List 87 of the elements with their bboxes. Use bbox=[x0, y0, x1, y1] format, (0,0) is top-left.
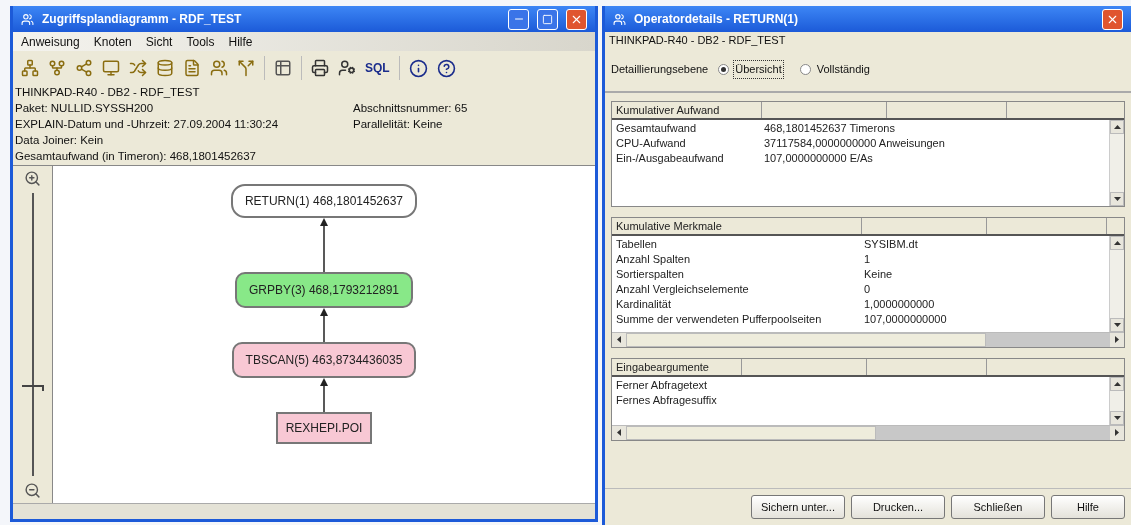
menu-item[interactable]: Sicht bbox=[145, 32, 173, 51]
property-value: SYSIBM.dt bbox=[864, 236, 918, 252]
users-icon[interactable] bbox=[210, 59, 228, 77]
property-name: Kardinalität bbox=[615, 296, 673, 312]
connector-arrow bbox=[320, 378, 328, 412]
property-name: Summe der verwendeten Pufferpoolseiten bbox=[615, 311, 823, 327]
menu-item[interactable]: Tools bbox=[186, 32, 215, 51]
menu-item[interactable]: Hilfe bbox=[228, 32, 253, 51]
horizontal-scrollbar[interactable] bbox=[612, 424, 1124, 440]
app-icon bbox=[613, 12, 626, 26]
property-name: Fernes Abfragesuffix bbox=[615, 392, 718, 408]
table-icon[interactable] bbox=[274, 59, 292, 77]
window-title: Operatordetails - RETURN(1) bbox=[634, 11, 800, 28]
vertical-scrollbar[interactable] bbox=[1109, 119, 1124, 206]
dialog-button[interactable]: Schließen bbox=[951, 495, 1045, 519]
plan-node[interactable]: GRPBY(3) 468,1793212891 bbox=[234, 272, 414, 308]
property-value: 107,0000000000 bbox=[864, 311, 947, 327]
close-button[interactable] bbox=[566, 8, 587, 30]
property-value: 1 bbox=[864, 251, 871, 267]
dialog-button[interactable]: Drucken... bbox=[851, 495, 945, 519]
maximize-button[interactable] bbox=[537, 8, 558, 30]
property-value: 37117584,0000000000 Anweisungen bbox=[764, 135, 945, 151]
plan-node[interactable]: REXHEPI.POI bbox=[275, 412, 373, 444]
scroll-right-icon bbox=[1115, 336, 1119, 343]
app-icon bbox=[21, 12, 34, 26]
user-settings-icon[interactable] bbox=[338, 59, 356, 77]
connection-text: THINKPAD-R40 - DB2 - RDF_TEST bbox=[608, 33, 787, 48]
minimize-button[interactable] bbox=[508, 8, 529, 30]
property-name: Anzahl Spalten bbox=[615, 251, 691, 267]
info-text: Paket: NULLID.SYSSH200 bbox=[15, 101, 155, 117]
property-name: Anzahl Vergleichselemente bbox=[615, 281, 750, 297]
monitor-icon[interactable] bbox=[102, 59, 120, 77]
property-name: Ferner Abfragetext bbox=[615, 377, 709, 393]
scroll-up-icon bbox=[1113, 124, 1121, 129]
property-name: Sortierspalten bbox=[615, 266, 685, 282]
menu-item[interactable]: Knoten bbox=[93, 32, 132, 51]
property-value: 0 bbox=[864, 281, 871, 297]
horizontal-scrollbar[interactable] bbox=[612, 331, 1124, 347]
info-text: Parallelität: Keine bbox=[353, 117, 443, 133]
tree-icon[interactable] bbox=[21, 59, 39, 77]
detail-level-radio[interactable]: Vollständig bbox=[799, 61, 872, 78]
scroll-left-icon bbox=[617, 336, 621, 343]
close-button[interactable] bbox=[1102, 8, 1123, 30]
scroll-right-icon bbox=[1115, 429, 1119, 436]
menu-item[interactable]: Anweisung bbox=[21, 32, 80, 51]
property-value: 1,0000000000 bbox=[864, 296, 935, 312]
plan-node[interactable]: RETURN(1) 468,1801452637 bbox=[230, 184, 418, 218]
sql-button[interactable]: SQL bbox=[365, 59, 390, 77]
connector-arrow bbox=[320, 308, 328, 342]
property-name: Gesamtaufwand bbox=[615, 120, 698, 136]
property-name: Tabellen bbox=[615, 236, 658, 252]
property-value: 468,1801452637 Timerons bbox=[764, 120, 895, 136]
database-icon[interactable] bbox=[156, 59, 174, 77]
shuffle-icon[interactable] bbox=[129, 59, 147, 77]
share-icon[interactable] bbox=[75, 59, 93, 77]
scroll-down-icon bbox=[1113, 322, 1121, 327]
scroll-up-icon bbox=[1113, 240, 1121, 245]
scroll-down-icon bbox=[1113, 415, 1121, 420]
connector-arrow bbox=[320, 218, 328, 272]
vertical-scrollbar[interactable] bbox=[1109, 235, 1124, 332]
dialog-button[interactable]: Sichern unter... bbox=[751, 495, 845, 519]
plan-node[interactable]: TBSCAN(5) 463,8734436035 bbox=[231, 342, 417, 378]
dialog-button[interactable]: Hilfe bbox=[1051, 495, 1125, 519]
zoom-in-icon[interactable] bbox=[24, 170, 41, 187]
detail-level-label: Detaillierungsebene bbox=[611, 62, 709, 78]
scroll-left-icon bbox=[617, 429, 621, 436]
zoom-out-icon[interactable] bbox=[24, 482, 41, 499]
property-name: CPU-Aufwand bbox=[615, 135, 687, 151]
scroll-up-icon bbox=[1113, 381, 1121, 386]
info-text: Gesamtaufwand (in Timeron): 468,1801452637 bbox=[15, 149, 257, 165]
split-icon[interactable] bbox=[237, 59, 255, 77]
info-text: EXPLAIN-Datum und -Uhrzeit: 27.09.2004 11:30:24 bbox=[15, 117, 280, 133]
document-icon[interactable] bbox=[183, 59, 201, 77]
info-text: Abschnittsnummer: 65 bbox=[353, 101, 468, 117]
info-text: THINKPAD-R40 - DB2 - RDF_TEST bbox=[15, 85, 201, 101]
info-icon[interactable] bbox=[408, 58, 428, 78]
vertical-scrollbar[interactable] bbox=[1109, 376, 1124, 425]
printer-icon[interactable] bbox=[311, 59, 329, 77]
property-name: Ein-/Ausgabeaufwand bbox=[615, 150, 725, 166]
window-title: Zugriffsplandiagramm - RDF_TEST bbox=[42, 11, 243, 28]
maximize-icon bbox=[542, 13, 553, 25]
property-value: 107,0000000000 E/As bbox=[764, 150, 873, 166]
scroll-down-icon bbox=[1113, 196, 1121, 201]
info-text: Data Joiner: Kein bbox=[15, 133, 105, 149]
property-value: Keine bbox=[864, 266, 893, 282]
fork-icon[interactable] bbox=[48, 59, 66, 77]
help-icon[interactable] bbox=[436, 58, 456, 78]
